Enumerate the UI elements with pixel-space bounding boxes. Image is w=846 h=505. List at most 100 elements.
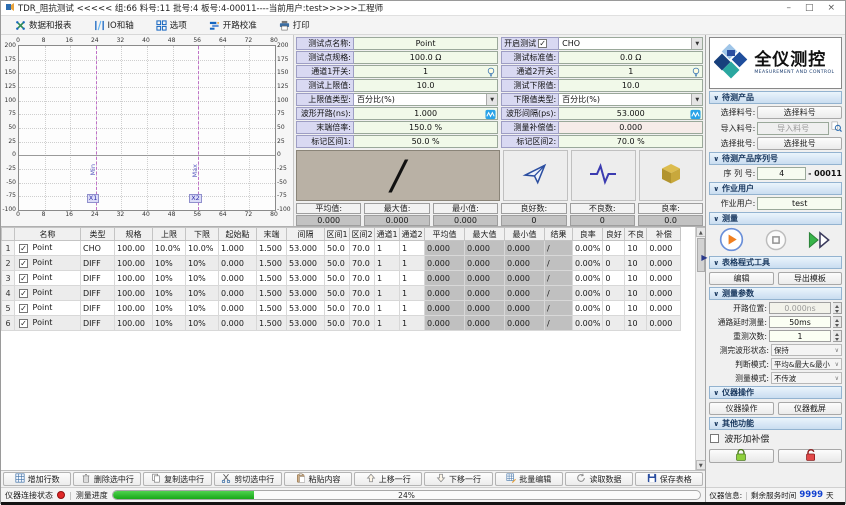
param-select[interactable]: 不传波∨ [771, 372, 842, 384]
param-input[interactable]: 50ms [769, 316, 831, 328]
select-part-button[interactable]: 选择料号 [757, 106, 842, 119]
close-button[interactable]: × [827, 3, 835, 13]
column-header[interactable]: 补偿 [647, 228, 681, 241]
form-field[interactable]: 53.000 [559, 107, 703, 120]
table-row[interactable]: 3✓ PointDIFF100.0010%10%0.0001.50053.000… [2, 271, 681, 286]
table-row[interactable]: 1✓ PointCHO100.0010.0%10.0%1.0001.50053.… [2, 241, 681, 256]
section-serial[interactable]: ∨待测产品序列号 [709, 152, 842, 165]
section-other[interactable]: ∨其他功能 [709, 417, 842, 430]
param-input[interactable]: 0.000ns [769, 302, 831, 314]
row-checkbox[interactable]: ✓ [19, 244, 28, 253]
form-field[interactable]: 1.000 [354, 107, 498, 120]
addrows-button[interactable]: 增加行数 [3, 472, 71, 486]
save-button[interactable]: 保存表格 [635, 472, 703, 486]
paste-button[interactable]: 粘贴内容 [284, 472, 352, 486]
search-icon[interactable] [831, 121, 842, 135]
dropdown-arrow-icon[interactable]: ▼ [486, 94, 497, 105]
package-button[interactable] [639, 150, 704, 201]
chart-plot[interactable]: MinX1MaxX2 [18, 45, 276, 211]
section-measure[interactable]: ∨测量 [709, 212, 842, 225]
trash-button[interactable]: 删除选中行 [73, 472, 141, 486]
section-product[interactable]: ∨待测产品 [709, 91, 842, 104]
table-row[interactable]: 4✓ PointDIFF100.0010%10%0.0001.50053.000… [2, 286, 681, 301]
scroll-down-icon[interactable]: ▼ [696, 460, 706, 470]
form-field[interactable]: 10.0 [354, 79, 498, 92]
form-field[interactable]: 百分比(%)▼ [559, 93, 703, 106]
table-row[interactable]: 2✓ PointDIFF100.0010%10%0.0001.50053.000… [2, 256, 681, 271]
toolbar-button-options[interactable]: 选项 [148, 17, 195, 33]
column-header[interactable]: 末端 [257, 228, 287, 241]
export-template-button[interactable]: 导出模板 [778, 272, 842, 285]
row-checkbox[interactable]: ✓ [19, 259, 28, 268]
down-button[interactable]: 下移一行 [424, 472, 492, 486]
cut-button[interactable]: 剪切选中行 [214, 472, 282, 486]
cursor-line-x1[interactable] [96, 46, 97, 210]
column-header[interactable]: 名称 [15, 228, 81, 241]
edit-button[interactable]: 编辑 [709, 272, 773, 285]
toolbar-button-ioaxis[interactable]: IO和轴 [86, 17, 142, 33]
instrument-screenshot-button[interactable]: 仪器截屏 [778, 402, 842, 415]
param-select[interactable]: 平均&最大&最小∨ [771, 358, 842, 370]
row-checkbox[interactable]: ✓ [19, 274, 28, 283]
pulse-button[interactable] [571, 150, 636, 201]
param-input[interactable]: 1 [769, 330, 831, 342]
column-header[interactable]: 最小值 [505, 228, 545, 241]
form-field[interactable]: 100.0 Ω [354, 51, 498, 64]
form-field[interactable]: 70.0 % [559, 135, 703, 148]
column-header[interactable]: 下限 [186, 228, 219, 241]
lock-button[interactable] [709, 449, 773, 463]
form-field[interactable]: Point [354, 37, 498, 50]
form-field[interactable]: 0.0 Ω [559, 51, 703, 64]
spinner-icon[interactable] [833, 316, 842, 328]
waveform-icon[interactable] [485, 109, 496, 122]
waveform-icon[interactable] [690, 109, 701, 122]
column-header[interactable]: 区间2 [350, 228, 375, 241]
instrument-operate-button[interactable]: 仪器操作 [709, 402, 773, 415]
minimize-button[interactable]: – [786, 3, 791, 13]
dropdown-arrow-icon[interactable]: ▼ [691, 38, 702, 49]
form-field[interactable]: 150.0 % [354, 121, 498, 134]
param-select[interactable]: 保持∨ [771, 344, 842, 356]
column-header[interactable]: 起始點 [219, 228, 257, 241]
waveform-chart[interactable]: MinX1MaxX2 00881616242432324040484856566… [1, 35, 294, 226]
serial-input[interactable]: 4 [757, 167, 806, 180]
row-checkbox[interactable]: ✓ [19, 319, 28, 328]
form-field[interactable]: 50.0 % [354, 135, 498, 148]
column-header[interactable]: 通道2 [400, 228, 425, 241]
batch-button[interactable]: 批量编辑 [495, 472, 563, 486]
select-lot-button[interactable]: 选择批号 [757, 137, 842, 150]
cursor-name[interactable]: X1 [87, 194, 100, 203]
scroll-up-icon[interactable]: ▲ [696, 227, 706, 237]
skip-button[interactable] [807, 229, 832, 254]
row-checkbox[interactable]: ✓ [19, 289, 28, 298]
import-part-input[interactable]: 导入料号 [757, 122, 829, 135]
form-field[interactable]: 1 [559, 65, 703, 78]
up-button[interactable]: 上移一行 [354, 472, 422, 486]
wave-compensation-checkbox[interactable] [710, 434, 719, 443]
column-header[interactable]: 不良 [625, 228, 647, 241]
column-header[interactable]: 区间1 [325, 228, 350, 241]
refresh-button[interactable]: 读取数据 [565, 472, 633, 486]
dropdown-arrow-icon[interactable]: ▼ [691, 94, 702, 105]
section-table-tools[interactable]: ∨表格程式工具 [709, 256, 842, 269]
column-header[interactable]: 上限 [153, 228, 186, 241]
unlock-button[interactable] [778, 449, 842, 463]
toolbar-button-printer[interactable]: 打印 [271, 17, 318, 33]
table-scrollbar[interactable]: ▲ ▼ [695, 227, 705, 470]
column-header[interactable]: 通道1 [375, 228, 400, 241]
send-button[interactable] [503, 150, 568, 201]
column-header[interactable]: 规格 [115, 228, 153, 241]
table-row[interactable]: 5✓ PointDIFF100.0010%10%0.0001.50053.000… [2, 301, 681, 316]
table-row[interactable]: 6✓ PointDIFF100.0010%10%0.0001.50053.000… [2, 316, 681, 331]
section-user[interactable]: ∨作业用户 [709, 182, 842, 195]
form-field[interactable]: 10.0 [559, 79, 703, 92]
maximize-button[interactable]: □ [805, 3, 814, 13]
operator-input[interactable]: test [757, 197, 842, 210]
form-field[interactable]: 0.000 [559, 121, 703, 134]
copy-button[interactable]: 复制选中行 [143, 472, 211, 486]
cursor-name[interactable]: X2 [189, 194, 202, 203]
form-field[interactable]: CHO▼ [559, 37, 703, 50]
stop-measure-button[interactable] [765, 229, 787, 254]
start-measure-button[interactable] [719, 227, 744, 255]
column-header[interactable]: 类型 [81, 228, 115, 241]
